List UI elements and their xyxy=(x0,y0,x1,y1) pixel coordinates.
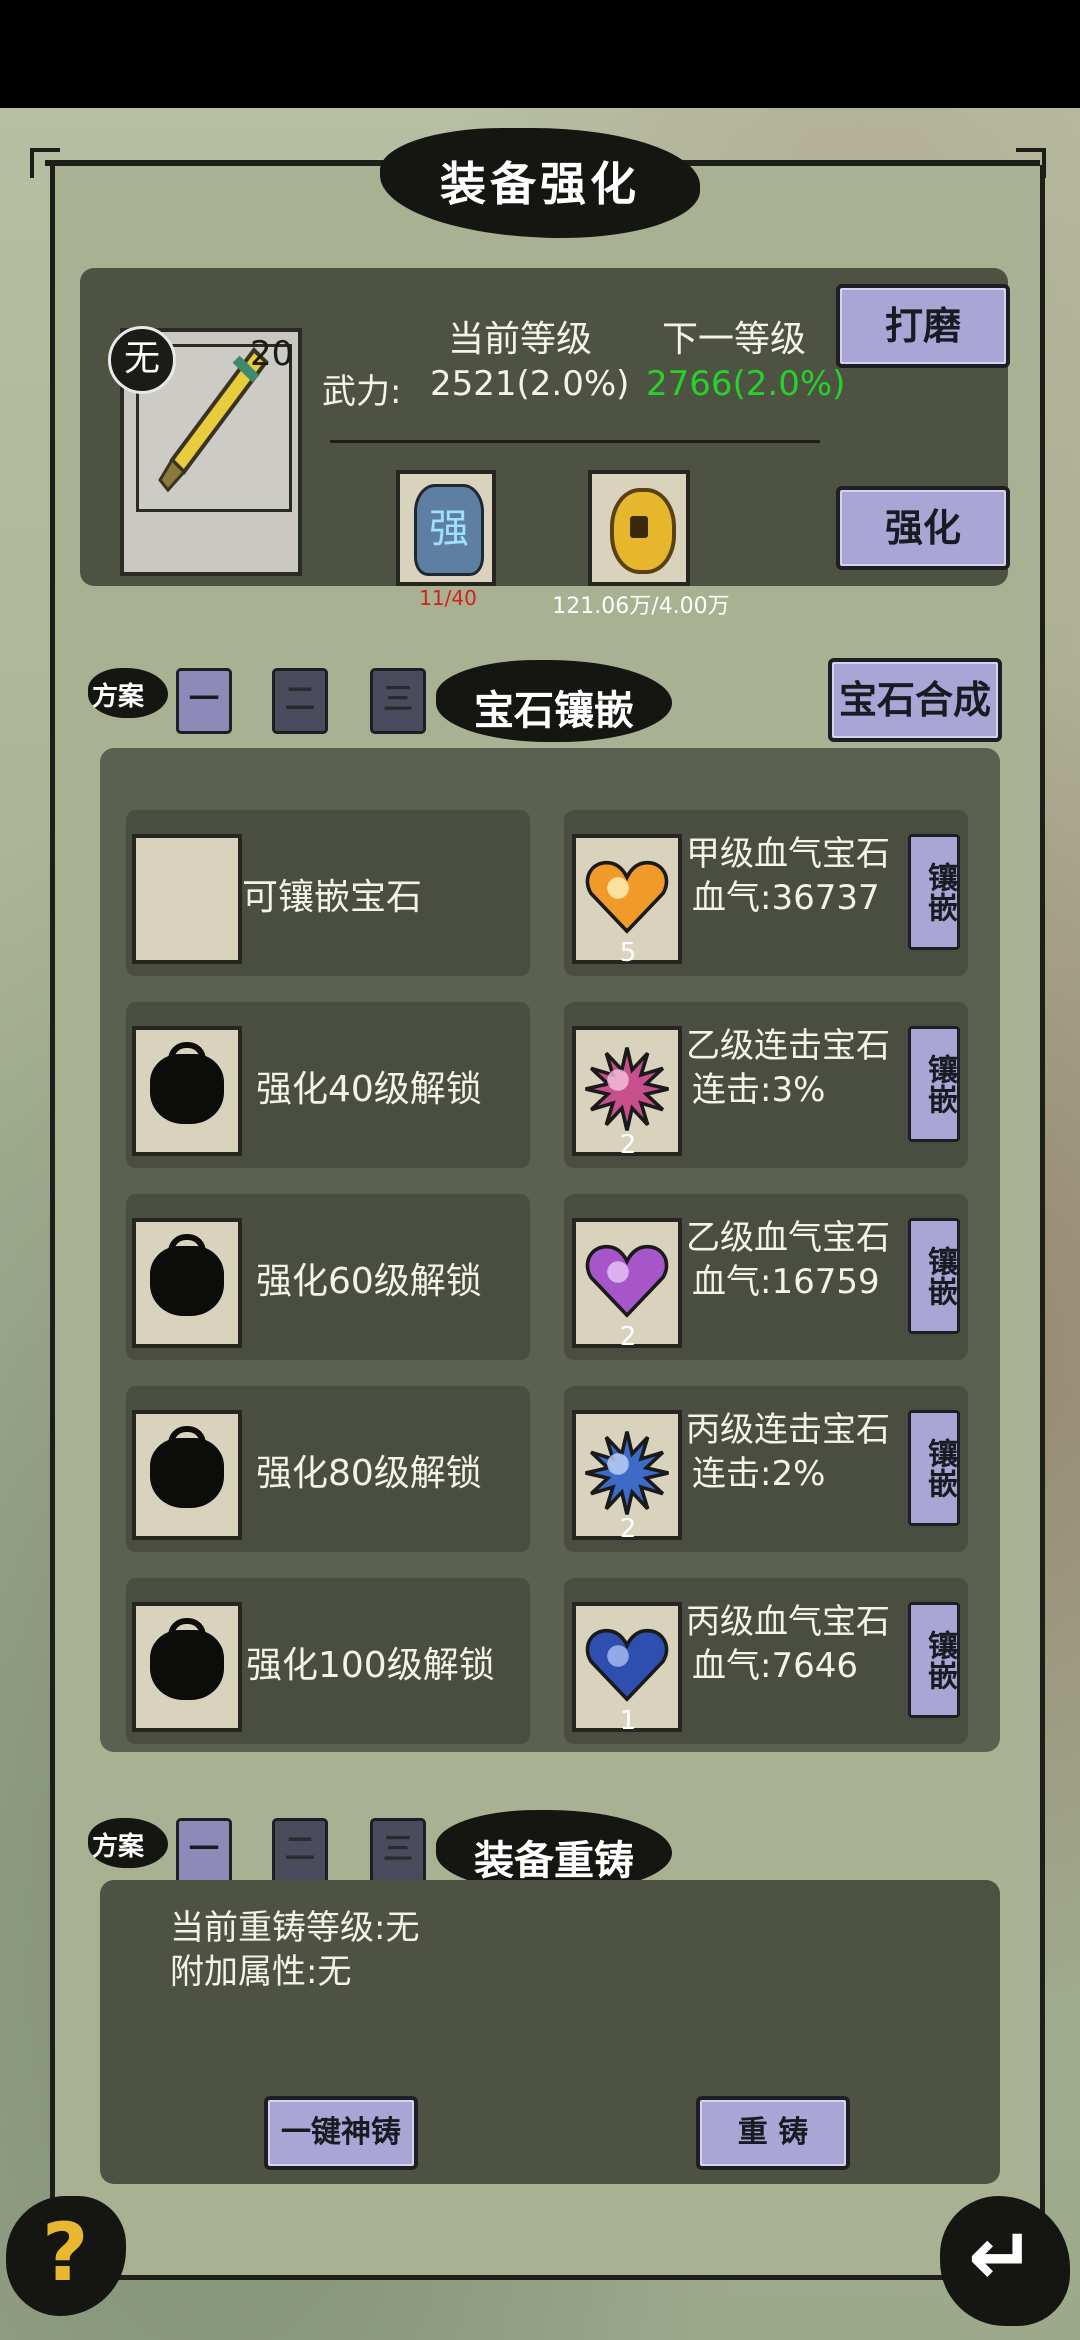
quality-badge-text: 无 xyxy=(123,338,160,379)
quality-badge: 无 xyxy=(108,326,176,394)
enhance-button[interactable]: 强化 xyxy=(836,486,1010,570)
material-stone-slot[interactable]: 强 xyxy=(396,470,496,586)
next-level-header: 下一等级 xyxy=(662,319,807,360)
frame-corner-left xyxy=(30,148,60,178)
frame-corner-right xyxy=(1016,148,1046,178)
recast-scheme-tab-2[interactable]: 二 xyxy=(272,1818,328,1884)
gem-name: 乙级血气宝石 xyxy=(686,1218,890,1258)
gem-slot-label: 强化100级解锁 xyxy=(246,1645,495,1686)
stone-glyph: 强 xyxy=(429,506,469,552)
gem-scheme-tab-3[interactable]: 三 xyxy=(370,668,426,734)
gem-scheme-tab-1[interactable]: 一 xyxy=(176,668,232,734)
equipment-level: 20 xyxy=(250,334,294,374)
gem-count: 5 xyxy=(619,938,637,968)
gem-icon-slot[interactable]: 2 xyxy=(572,1026,682,1160)
inlay-button[interactable]: 镶嵌 xyxy=(908,1602,960,1718)
recast-scheme-label: 方案 xyxy=(92,1832,145,1862)
lock-icon xyxy=(150,1246,224,1316)
material-stone-count: 11/40 xyxy=(419,586,477,610)
gem-stat: 血气:7646 xyxy=(692,1646,858,1686)
page-title: 装备强化 xyxy=(440,157,640,211)
gem-icon-slot[interactable]: 1 xyxy=(572,1602,682,1736)
gem-slot[interactable] xyxy=(132,1026,242,1156)
inlay-button[interactable]: 镶嵌 xyxy=(908,1410,960,1526)
gem-slot-label: 强化80级解锁 xyxy=(256,1453,482,1494)
lock-icon xyxy=(150,1630,224,1700)
lock-icon xyxy=(150,1054,224,1124)
heart-gem-icon xyxy=(585,1244,669,1318)
gem-slot[interactable] xyxy=(132,834,242,964)
gem-synth-button[interactable]: 宝石合成 xyxy=(828,658,1002,742)
gem-count: 1 xyxy=(619,1706,637,1736)
recast-scheme-tab-1[interactable]: 一 xyxy=(176,1818,232,1884)
heart-gem-icon xyxy=(585,1628,669,1702)
recast-section-title: 装备重铸 xyxy=(474,1838,634,1884)
recast-button[interactable]: 重 铸 xyxy=(696,2096,850,2170)
heart-gem-icon xyxy=(585,860,669,934)
gem-count: 2 xyxy=(619,1514,637,1544)
gem-icon-slot[interactable]: 2 xyxy=(572,1218,682,1352)
material-coin-count: 121.06万/4.00万 xyxy=(552,594,730,619)
divider-line xyxy=(330,440,820,443)
recast-scheme-tab-3[interactable]: 三 xyxy=(370,1818,426,1884)
inlay-button[interactable]: 镶嵌 xyxy=(908,834,960,950)
gem-slot[interactable] xyxy=(132,1602,242,1732)
star-gem-icon xyxy=(585,1047,669,1131)
gem-icon-slot[interactable]: 2 xyxy=(572,1410,682,1544)
gem-stat: 血气:16759 xyxy=(692,1262,880,1302)
gem-name: 乙级连击宝石 xyxy=(686,1026,890,1066)
back-arrow-icon: ↵ xyxy=(968,2210,1036,2303)
current-level-header: 当前等级 xyxy=(448,319,593,360)
star-gem-icon xyxy=(585,1431,669,1515)
coin-hole xyxy=(630,516,648,538)
inlay-button[interactable]: 镶嵌 xyxy=(908,1026,960,1142)
gem-name: 丙级血气宝石 xyxy=(686,1602,890,1642)
lock-icon xyxy=(150,1438,224,1508)
status-bar xyxy=(0,0,1080,108)
gem-scheme-label: 方案 xyxy=(92,682,145,712)
gem-icon-slot[interactable]: 5 xyxy=(572,834,682,968)
inlay-button[interactable]: 镶嵌 xyxy=(908,1218,960,1334)
help-icon: ? xyxy=(42,2206,89,2299)
gem-stat: 血气:36737 xyxy=(692,878,880,918)
gem-count: 2 xyxy=(619,1322,637,1352)
gem-slot[interactable] xyxy=(132,1410,242,1540)
polish-button[interactable]: 打磨 xyxy=(836,284,1010,368)
gem-slot-label: 强化40级解锁 xyxy=(256,1069,482,1110)
gem-stat: 连击:3% xyxy=(692,1070,826,1110)
material-coin-slot[interactable] xyxy=(588,470,690,586)
stone-icon: 强 xyxy=(414,484,484,576)
one-key-recast-button[interactable]: 一键神铸 xyxy=(264,2096,418,2170)
gem-slot[interactable] xyxy=(132,1218,242,1348)
gem-stat: 连击:2% xyxy=(692,1454,826,1494)
gem-count: 2 xyxy=(619,1130,637,1160)
stat-label: 武力: xyxy=(322,372,402,412)
current-stat-value: 2521(2.0%) xyxy=(430,364,630,404)
recast-extra-attr: 附加属性:无 xyxy=(170,1952,352,1992)
next-stat-value: 2766(2.0%) xyxy=(646,364,846,404)
recast-current-level: 当前重铸等级:无 xyxy=(170,1908,420,1948)
gem-section-title: 宝石镶嵌 xyxy=(474,688,634,734)
gem-slot-label: 可镶嵌宝石 xyxy=(242,877,423,918)
gem-slot-label: 强化60级解锁 xyxy=(256,1261,482,1302)
gem-name: 甲级血气宝石 xyxy=(686,834,890,874)
gem-scheme-tab-2[interactable]: 二 xyxy=(272,668,328,734)
gem-name: 丙级连击宝石 xyxy=(686,1410,890,1450)
